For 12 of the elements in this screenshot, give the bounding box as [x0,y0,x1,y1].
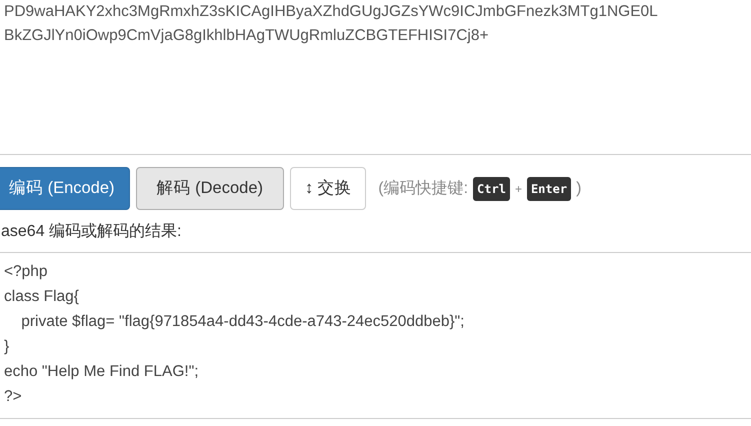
encode-button[interactable]: 编码 (Encode) [0,167,130,210]
swap-arrow-icon: ↕ [305,179,314,198]
result-output-field[interactable]: <?php class Flag{ private $flag= "flag{971854a4-dd43-4cde-a743-24ec520ddbeb}"; } echo "Help Me Find FLAG!"; ?> [0,252,751,419]
key-label: Enter [526,176,572,200]
swap-button[interactable]: ↕ 交换 [290,167,366,210]
base64-input-field[interactable]: PD9waHAKY2xhc3MgRmxhZ3sKICAgIHByaXZhdGUgJGZsYWc9ICJmbGFnezk3MTg1NGE0L BkZGJlYn0iOwp9CmVjaG8gIkhlbHAgTWUgRmluZCBGTEFHISI7Cj8+ [0,0,751,155]
closing-paren: ) [576,178,582,198]
decode-button[interactable]: 解码 (Decode) [136,167,284,210]
key-label: Ctrl [473,176,510,200]
result-label: ase64 编码或解码的结果: [1,222,182,242]
shortcut-hint: (编码快捷键: [378,178,468,198]
plus-sign: + [514,180,522,198]
